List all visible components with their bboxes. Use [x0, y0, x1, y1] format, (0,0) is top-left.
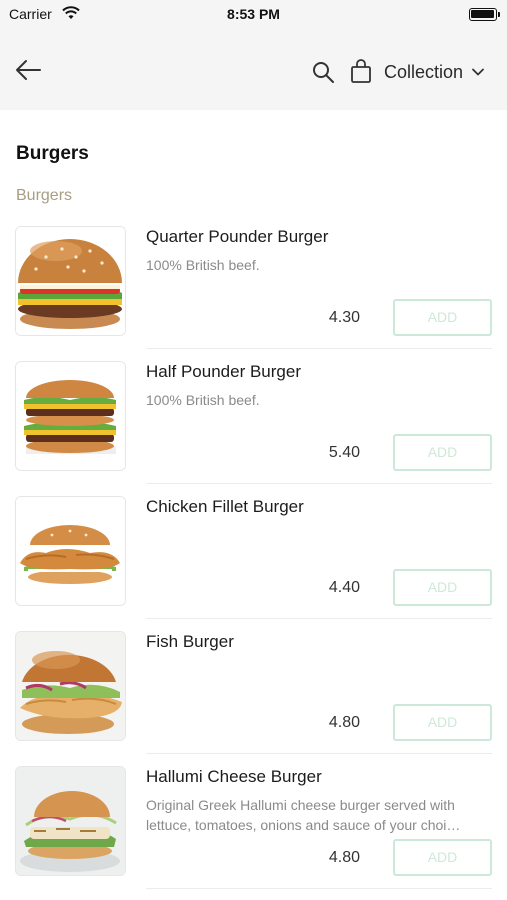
item-name: Hallumi Cheese Burger: [146, 767, 322, 786]
item-price: 4.30: [328, 309, 360, 326]
item-description: 100% British beef.: [146, 392, 260, 408]
quarter-pounder-burger-image: [15, 226, 126, 336]
shopping-bag-icon[interactable]: [349, 58, 373, 84]
hallumi-cheese-burger-image: [15, 766, 126, 876]
item-description: Original Greek Hallumi cheese burger ser…: [146, 797, 461, 833]
item-price: 5.40: [328, 444, 360, 461]
add-button[interactable]: ADD: [393, 434, 492, 471]
status-bar: Carrier 8:53 PM: [0, 0, 507, 30]
collection-dropdown[interactable]: Collection: [384, 60, 485, 84]
add-button[interactable]: ADD: [393, 839, 492, 876]
menu-item[interactable]: Half Pounder Burger 100% British beef. 5…: [15, 361, 492, 496]
item-divider: [146, 618, 492, 619]
item-divider: [146, 888, 492, 889]
item-price: 4.80: [328, 849, 360, 866]
item-price: 4.80: [328, 714, 360, 731]
item-divider: [146, 348, 492, 349]
chicken-fillet-burger-image: [15, 496, 126, 606]
item-description: 100% British beef.: [146, 257, 260, 273]
search-icon[interactable]: [311, 60, 335, 84]
item-price: 4.40: [328, 579, 360, 596]
menu-item[interactable]: Chicken Fillet Burger 4.40 ADD: [15, 496, 492, 631]
add-button[interactable]: ADD: [393, 704, 492, 741]
status-time: 8:53 PM: [227, 6, 280, 22]
menu-item[interactable]: Fish Burger 4.80 ADD: [15, 631, 492, 766]
item-divider: [146, 753, 492, 754]
battery-icon: [469, 8, 500, 21]
item-name: Chicken Fillet Burger: [146, 497, 304, 516]
collection-label: Collection: [384, 61, 464, 82]
chevron-down-icon: [472, 68, 484, 76]
menu-item[interactable]: Hallumi Cheese Burger Original Greek Hal…: [15, 766, 492, 900]
nav-bar: Collection: [0, 30, 507, 110]
back-arrow-icon[interactable]: [14, 58, 42, 82]
fish-burger-image: [15, 631, 126, 741]
section-title: Burgers: [16, 143, 89, 164]
item-name: Fish Burger: [146, 632, 234, 651]
item-name: Half Pounder Burger: [146, 362, 301, 381]
half-pounder-burger-image: [15, 361, 126, 471]
battery-fill: [471, 10, 494, 18]
menu-item[interactable]: Quarter Pounder Burger 100% British beef…: [15, 226, 492, 361]
add-button[interactable]: ADD: [393, 569, 492, 606]
category-subtitle: Burgers: [16, 187, 73, 204]
item-divider: [146, 483, 492, 484]
add-button[interactable]: ADD: [393, 299, 492, 336]
item-name: Quarter Pounder Burger: [146, 227, 329, 246]
